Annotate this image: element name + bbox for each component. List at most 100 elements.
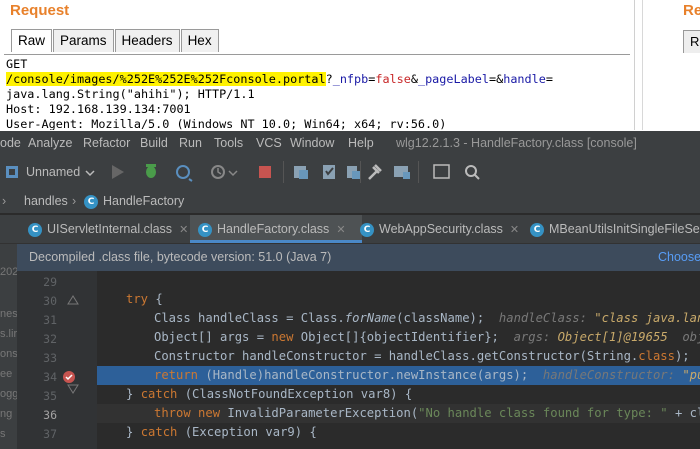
toolbar-separator [360,161,361,183]
menu-bar: ode Analyze Refactor Build Run Tools VCS… [0,131,700,155]
code-text: Object[] args = [154,330,272,344]
menu-refactor[interactable]: Refactor [83,136,130,150]
tab-webappsecurity[interactable]: C WebAppSecurity.class ✕ [360,215,519,243]
menu-run[interactable]: Run [179,136,202,150]
request-line-method: GET [6,57,28,71]
build-icon[interactable] [294,166,308,179]
code-line-33: Constructor handleConstructor = handleCl… [97,347,700,366]
project-tree-fragment: s.lir [0,328,17,340]
tab-hex[interactable]: Hex [180,29,219,52]
menu-code[interactable]: ode [0,136,21,150]
project-structure-icon[interactable] [323,165,335,179]
tab-label: UIServletInternal.class [47,222,173,236]
tab-response-raw[interactable]: R [683,30,700,53]
inline-debug-hint: handleClass: [498,311,595,325]
code-text: (className); [396,311,485,325]
param-nfpb-value: false [375,72,411,86]
menu-help[interactable]: Help [348,136,374,150]
tab-label: MBeanUtilsInitSingleFileServ [549,222,700,236]
menu-tools[interactable]: Tools [214,136,243,150]
chevron-down-icon[interactable] [85,170,95,177]
close-icon[interactable]: ✕ [179,224,188,236]
keyword: new [271,330,294,344]
inline-debug-value: "class java.lang. [594,311,700,325]
menu-build[interactable]: Build [140,136,168,150]
run-config-selector[interactable]: Unnamed [26,165,80,179]
param-handle-name: handle [503,72,546,86]
menu-window[interactable]: Window [290,136,334,150]
class-icon: C [198,222,212,237]
tab-uiservletinternal[interactable]: C UIServletInternal.class ✕ [28,215,188,243]
class-icon: C [530,222,544,237]
close-icon[interactable]: ✕ [336,224,345,236]
keyword: new [198,406,221,420]
sdk-icon[interactable] [347,166,360,179]
project-tree-fragment: s [0,428,6,440]
code-text: } [126,425,141,439]
code-editor[interactable]: try { Class handleClass = Class.forName(… [97,271,700,449]
run-icon[interactable] [112,165,124,179]
fold-icon[interactable] [67,295,79,305]
project-tree-fragment: ng [0,408,13,420]
code-text: InvalidParameterException( [220,406,419,420]
breadcrumb-item-handlefactory[interactable]: HandleFactory [103,194,184,208]
code-text: (Handle)handleConstructor.newInstance(ar… [198,368,529,382]
stop-icon[interactable] [259,166,271,178]
code-line-36: throw new InvalidParameterException("No … [97,404,700,423]
breakpoint-icon[interactable] [63,371,75,383]
code-line-35: } catch (ClassNotFoundException var8) { [97,385,700,404]
project-tree-fragment: ogg [0,388,17,400]
keyword: class [638,349,675,363]
fold-icon[interactable] [67,384,79,394]
project-tree-fragment: nes [0,308,17,320]
tab-headers[interactable]: Headers [114,29,180,52]
response-title: Reque [683,2,700,19]
coverage-icon[interactable] [176,165,193,182]
window-title: wlg12.2.1.3 - HandleFactory.class [conso… [396,136,637,150]
decompiled-banner: Decompiled .class file, bytecode version… [17,244,700,271]
decompiled-notice: Decompiled .class file, bytecode version… [29,250,332,264]
highlighted-path: /console/images/%252E%252E%252Fconsole.p… [6,72,326,86]
inline-debug-hint: objec [682,330,700,344]
request-line-host: Host: 192.168.139.134:7001 [6,102,191,116]
tab-raw[interactable]: Raw [11,29,53,52]
settings-wrench-icon[interactable] [368,164,382,180]
tab-label: HandleFactory.class [217,222,330,236]
breadcrumb-item-handles[interactable]: handles [24,194,68,208]
inline-debug-value: Object[1]@19655 [557,330,668,344]
tab-label: WebAppSecurity.class [379,222,503,236]
param-amp: & [410,72,418,86]
intellij-window: ode Analyze Refactor Build Run Tools VCS… [0,131,700,449]
tab-params[interactable]: Params [53,29,114,52]
class-icon: C [84,194,103,209]
debug-icon[interactable] [146,164,156,178]
presentation-icon[interactable] [433,164,450,179]
burp-request-panel: Request Raw Params Headers Hex GET /cons… [0,0,700,130]
code-text: Class handleClass = Class. [154,311,345,325]
param-eq: = [545,72,553,86]
request-line-user-agent: User-Agent: Mozilla/5.0 (Windows NT 10.0… [6,117,447,130]
tab-mbeanutilsinitsinglefileserv[interactable]: C MBeanUtilsInitSingleFileServ [530,215,700,243]
method-name: forName [344,311,397,325]
project-folder-icon[interactable] [394,166,410,179]
raw-request-editor[interactable]: GET /console/images/%252E%252E%252Fconso… [4,54,630,130]
editor-tab-bar: C UIServletInternal.class ✕ C HandleFactory… [0,215,700,244]
code-text: { [148,292,163,306]
profiler-icon[interactable] [211,165,238,179]
code-line-32: Object[] args = new Object[]{objectIdent… [97,328,700,347]
code-line-31: Class handleClass = Class.forName(classN… [97,309,700,328]
chevron-right-icon: › [2,194,7,208]
param-nfpb-name: _nfpb [332,72,369,86]
menu-vcs[interactable]: VCS [256,136,282,150]
search-icon[interactable] [465,165,480,180]
close-icon[interactable]: ✕ [510,224,519,236]
keyword: return [154,368,199,382]
code-line-37: } catch (Exception var9) { [97,423,700,442]
tab-handlefactory[interactable]: C HandleFactory.class ✕ [190,215,362,243]
menu-analyze[interactable]: Analyze [28,136,72,150]
query-mark: ? [325,72,333,86]
project-tree-fragment: 202 [0,266,17,278]
choose-sources-link[interactable]: Choose [658,244,700,271]
class-icon: C [360,222,374,237]
